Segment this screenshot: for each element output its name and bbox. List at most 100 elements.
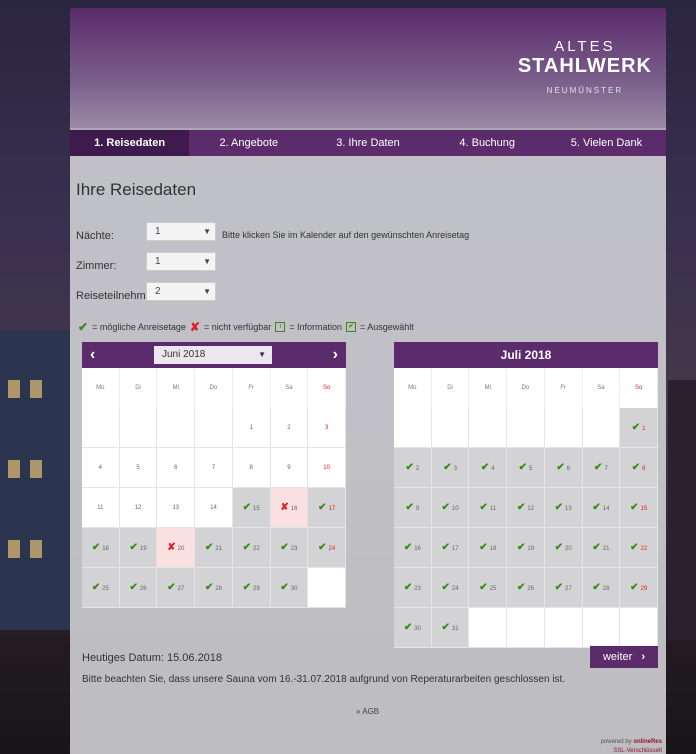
logo-line1: ALTES <box>554 38 616 55</box>
day-cell-9[interactable]: ✔ 9 <box>394 488 432 528</box>
check-icon: ✔ <box>592 502 601 513</box>
step-1[interactable]: 1. Reisedaten <box>70 130 190 156</box>
day-cell-17[interactable]: ✔ 17 <box>431 528 470 568</box>
naechte-label: Nächte: <box>76 230 114 242</box>
day-cell-5[interactable]: ✔ 5 <box>507 448 545 488</box>
day-cell-2[interactable]: ✔ 2 <box>394 448 432 488</box>
day-cell-13[interactable]: ✔ 13 <box>544 488 583 528</box>
day-cell-22[interactable]: ✔ 22 <box>232 528 271 568</box>
weiter-button[interactable]: weiter › <box>590 646 658 668</box>
day-cell-12[interactable]: ✔ 12 <box>507 488 545 528</box>
day-cell-19[interactable]: ✔ 19 <box>119 528 158 568</box>
day-number: 29 <box>253 586 260 592</box>
day-cell-27[interactable]: ✔ 27 <box>157 568 196 608</box>
day-number: 12 <box>527 506 535 512</box>
check-icon: ✔ <box>516 542 526 553</box>
day-cell-17[interactable]: ✔ 17 <box>308 488 346 528</box>
chevron-down-icon: ▼ <box>203 257 211 266</box>
day-cell-14[interactable]: ✔ 14 <box>582 488 621 528</box>
day-cell-30[interactable]: ✔ 30 <box>394 608 432 648</box>
day-number: 5 <box>529 466 533 472</box>
day-number: 25 <box>489 586 497 592</box>
day-number: 9 <box>415 506 420 512</box>
empty-cell <box>195 408 233 448</box>
day-cell-8[interactable]: ✔ 8 <box>620 448 658 488</box>
day-cell-16[interactable]: ✔ 16 <box>394 528 432 568</box>
day-number: 18 <box>102 546 109 552</box>
day-cell-31[interactable]: ✔ 31 <box>431 608 470 648</box>
empty-cell <box>431 408 470 448</box>
day-cell-24[interactable]: ✔ 24 <box>431 568 470 608</box>
day-cell-28[interactable]: ✔ 28 <box>582 568 621 608</box>
empty-cell <box>157 408 196 448</box>
agb-link[interactable]: » AGB <box>356 707 379 716</box>
day-number: 24 <box>451 586 459 592</box>
day-cell-28[interactable]: ✔ 28 <box>195 568 233 608</box>
day-number: 14 <box>210 505 217 511</box>
day-cell-21[interactable]: ✔ 21 <box>195 528 233 568</box>
check-icon: ✔ <box>403 622 413 633</box>
day-number: 5 <box>136 465 140 471</box>
day-cell-2: 2 <box>270 408 309 448</box>
day-cell-6[interactable]: ✔ 6 <box>544 448 583 488</box>
check-icon: ✔ <box>631 462 641 473</box>
day-cell-29[interactable]: ✔ 29 <box>620 568 658 608</box>
day-cell-21[interactable]: ✔ 21 <box>582 528 621 568</box>
day-cell-25[interactable]: ✔ 25 <box>469 568 508 608</box>
day-cell-23[interactable]: ✔ 23 <box>270 528 309 568</box>
day-cell-24[interactable]: ✔ 24 <box>308 528 346 568</box>
logo: ALTES STAHLWERK NEUMÜNSTER <box>518 38 652 95</box>
day-number: 29 <box>640 586 648 592</box>
day-cell-20[interactable]: ✔ 20 <box>544 528 583 568</box>
naechte-select[interactable]: 1 ▼ <box>146 222 216 241</box>
day-cell-15[interactable]: ✔ 15 <box>232 488 271 528</box>
day-cell-30[interactable]: ✔ 30 <box>270 568 309 608</box>
day-number: 16 <box>290 506 298 512</box>
check-icon: ✔ <box>556 462 565 473</box>
step-4[interactable]: 4. Buchung <box>428 130 547 156</box>
day-cell-7[interactable]: ✔ 7 <box>582 448 621 488</box>
check-icon: ✔ <box>441 542 450 553</box>
weekday-header: Mo <box>394 368 432 408</box>
day-cell-26[interactable]: ✔ 26 <box>119 568 158 608</box>
day-cell-3[interactable]: ✔ 3 <box>431 448 470 488</box>
step-5[interactable]: 5. Vielen Dank <box>547 130 666 156</box>
day-cell-18[interactable]: ✔ 18 <box>469 528 508 568</box>
day-number: 20 <box>177 546 185 552</box>
day-cell-26[interactable]: ✔ 26 <box>507 568 545 608</box>
day-cell-1[interactable]: ✔ 1 <box>620 408 658 448</box>
day-cell-18[interactable]: ✔ 18 <box>82 528 120 568</box>
day-cell-10[interactable]: ✔ 10 <box>431 488 470 528</box>
month-select[interactable]: Juni 2018 ▼ <box>154 346 272 364</box>
day-number: 13 <box>172 505 180 511</box>
step-3[interactable]: 3. Ihre Daten <box>308 130 427 156</box>
day-cell-4: 4 <box>82 448 120 488</box>
day-cell-15[interactable]: ✔ 15 <box>620 488 658 528</box>
powered-brand[interactable]: onlineRes <box>633 739 662 745</box>
day-cell-19[interactable]: ✔ 19 <box>507 528 545 568</box>
teilnehmer-select[interactable]: 2 ▼ <box>146 282 216 301</box>
zimmer-select[interactable]: 1 ▼ <box>146 252 216 271</box>
day-number: 16 <box>414 546 421 552</box>
weekday-header: Fr <box>545 368 583 408</box>
day-cell-22[interactable]: ✔ 22 <box>620 528 658 568</box>
day-cell-27[interactable]: ✔ 27 <box>544 568 583 608</box>
ssl-text: SSL-Verschlüsselt <box>613 748 662 754</box>
check-icon: ✔ <box>91 542 101 553</box>
check-icon: ✔ <box>443 462 452 473</box>
check-icon: ✔ <box>129 542 138 553</box>
prev-month-icon[interactable]: ‹ <box>90 342 95 368</box>
check-icon: ✔ <box>592 582 601 593</box>
step-2[interactable]: 2. Angebote <box>189 130 308 156</box>
day-cell-23[interactable]: ✔ 23 <box>394 568 432 608</box>
day-cell-11[interactable]: ✔ 11 <box>469 488 508 528</box>
day-cell-4[interactable]: ✔ 4 <box>469 448 508 488</box>
empty-cell <box>544 408 583 448</box>
check-icon: ✔ <box>129 582 138 593</box>
next-month-icon[interactable]: › <box>333 342 338 368</box>
day-cell-29[interactable]: ✔ 29 <box>232 568 271 608</box>
day-cell-25[interactable]: ✔ 25 <box>82 568 120 608</box>
calendar-july-grid: Mo Di Mi Do Fr Sa So ✔ 1 ✔ 2 ✔ 3 ✔ 4 ✔ 5 ✔ 6 ✔ 7 ✔ 8 ✔ 9 ✔ 10 ✔ 11 ✔ 1… <box>394 368 658 648</box>
cross-icon: ✘ <box>167 542 176 553</box>
cross-icon: ✘ <box>189 320 200 334</box>
